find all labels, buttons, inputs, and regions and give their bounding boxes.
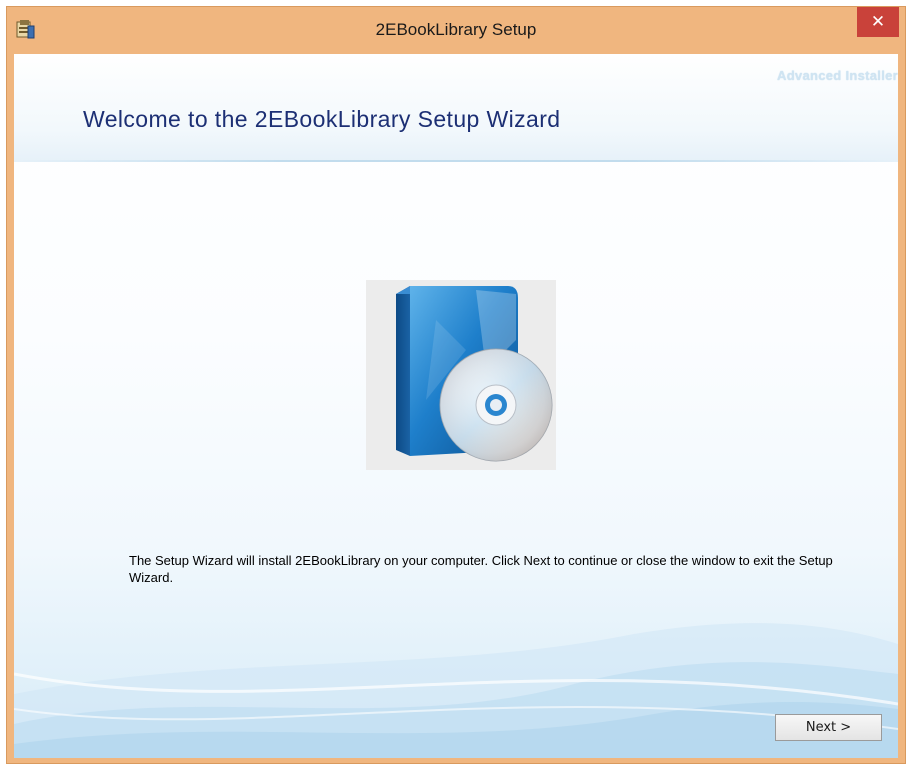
wizard-page: Advanced Installer Welcome to the 2EBook… [14,54,898,758]
setup-window: 2EBookLibrary Setup ✕ Advanced Installer… [6,6,906,764]
software-box-with-cd-icon [366,280,556,470]
wizard-description: The Setup Wizard will install 2EBookLibr… [129,553,833,585]
window-title: 2EBookLibrary Setup [375,20,537,39]
close-button[interactable]: ✕ [857,7,899,37]
page-title: Welcome to the 2EBookLibrary Setup Wizar… [83,106,561,132]
title-bar[interactable]: 2EBookLibrary Setup ✕ [7,7,905,54]
background-waves [14,623,898,758]
header-divider [14,160,898,162]
next-button[interactable]: Next > [775,714,882,741]
advanced-installer-brand: Advanced Installer [777,68,898,83]
close-icon: ✕ [870,12,886,32]
